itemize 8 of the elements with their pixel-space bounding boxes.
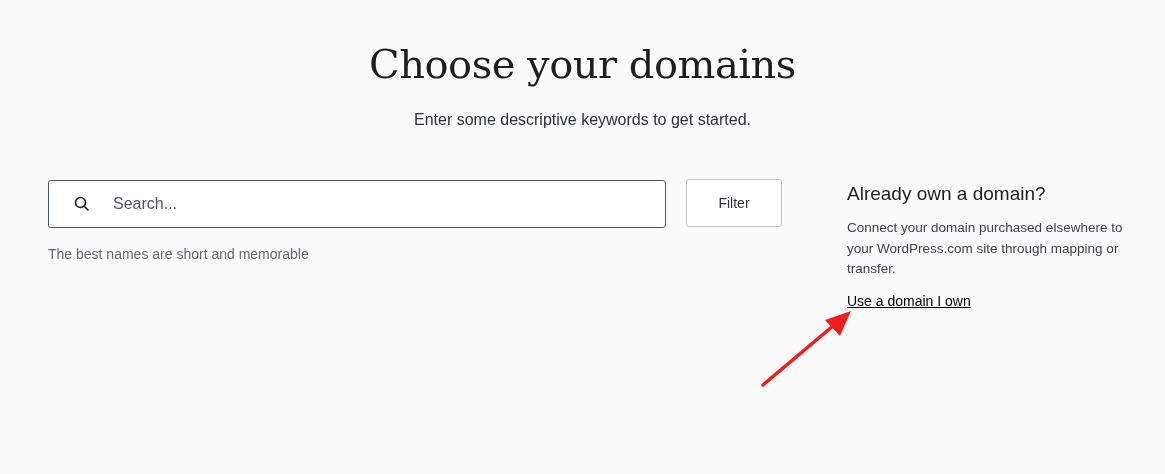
section-heading: Already own a domain? <box>847 182 1047 206</box>
search-field[interactable]: Search... <box>48 180 666 228</box>
page-title: Choose your domains <box>368 40 797 89</box>
use-own-domain-link[interactable]: Use a domain I own <box>847 292 971 309</box>
search-hint: The best names are short and memorable <box>48 246 310 262</box>
filter-button[interactable]: Filter <box>686 179 782 227</box>
section-description: Connect your domain purchased elsewhere to your WordPress.com site through mapping or transfer. <box>847 219 1124 278</box>
page-subtitle: Enter some descriptive keywords to get started. <box>412 110 752 130</box>
